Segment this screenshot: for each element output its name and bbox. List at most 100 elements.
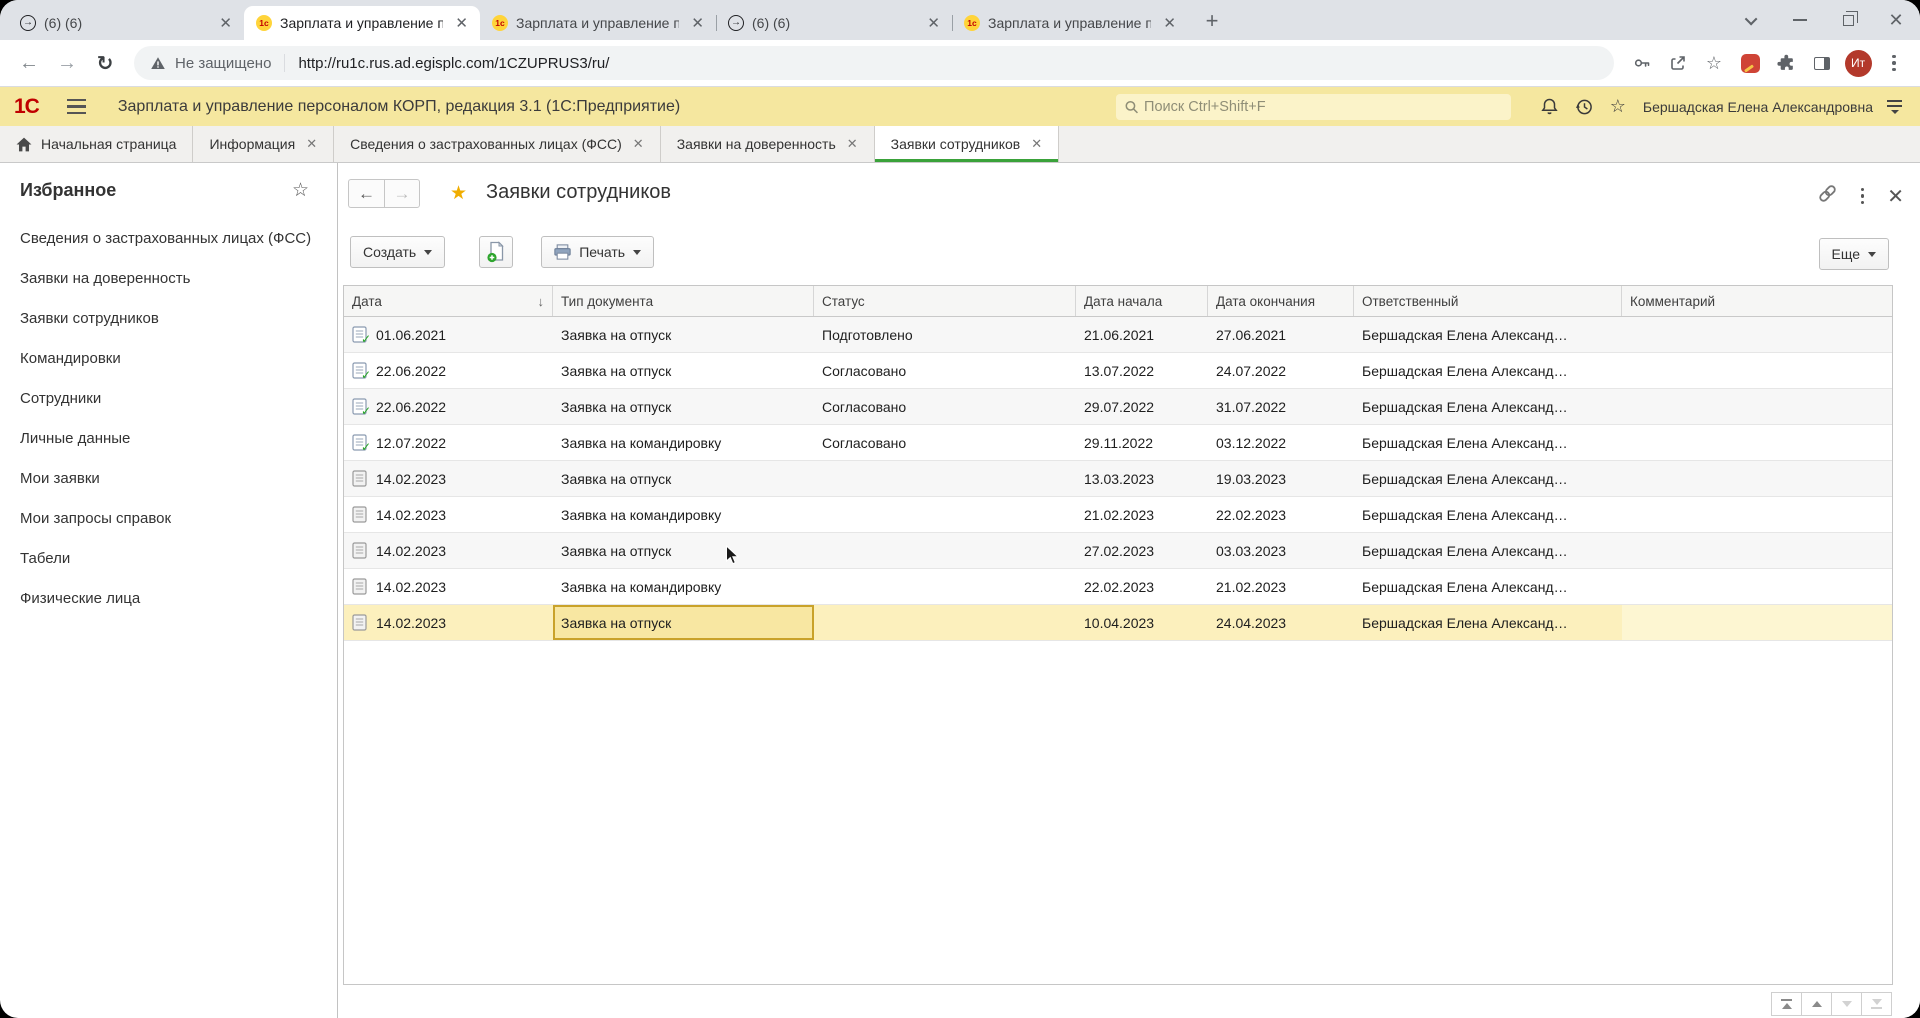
current-user-name[interactable]: Бершадская Елена Александровна bbox=[1643, 99, 1873, 115]
restore-button[interactable] bbox=[1824, 0, 1872, 40]
new-tab-button[interactable]: + bbox=[1198, 7, 1226, 35]
close-window-button[interactable]: ✕ bbox=[1872, 0, 1920, 40]
column-header-doc-type[interactable]: Тип документа bbox=[553, 286, 814, 316]
tab-search-chevron-icon[interactable] bbox=[1728, 0, 1776, 40]
security-label[interactable]: Не защищено bbox=[175, 55, 271, 72]
tab-close-icon[interactable]: ✕ bbox=[923, 14, 944, 32]
app-tab-close-icon[interactable]: ✕ bbox=[306, 136, 317, 152]
favorites-star-icon[interactable]: ☆ bbox=[1601, 92, 1635, 122]
table-row[interactable]: ✓ 22.06.2022 Заявка на отпуск Согласован… bbox=[344, 353, 1892, 389]
table-body: ✓ 01.06.2021 Заявка на отпуск Подготовле… bbox=[344, 317, 1892, 641]
more-dots-icon[interactable] bbox=[1861, 188, 1865, 205]
favorites-list-item[interactable]: Заявки на доверенность bbox=[20, 268, 313, 289]
tab-close-icon[interactable]: ✕ bbox=[687, 14, 708, 32]
create-button[interactable]: Создать bbox=[350, 236, 445, 268]
cell-date-end: 03.03.2023 bbox=[1208, 533, 1354, 568]
1c-logo[interactable]: 1С bbox=[14, 95, 39, 119]
table-row[interactable]: ✓ 12.07.2022 Заявка на командировку Согл… bbox=[344, 425, 1892, 461]
main-menu-icon[interactable] bbox=[67, 99, 86, 115]
table-row[interactable]: 14.02.2023 Заявка на отпуск 13.03.2023 1… bbox=[344, 461, 1892, 497]
favorites-list-item[interactable]: Сотрудники bbox=[20, 388, 313, 409]
puzzle-icon[interactable] bbox=[1770, 47, 1802, 79]
browser-tab[interactable]: 1с Зарплата и управление персона ✕ bbox=[952, 6, 1188, 40]
document-posted-icon: ✓ bbox=[352, 398, 367, 415]
minimize-button[interactable] bbox=[1776, 0, 1824, 40]
column-header-date-start[interactable]: Дата начала bbox=[1076, 286, 1208, 316]
document-draft-icon bbox=[352, 542, 367, 559]
url-text[interactable]: http://ru1c.rus.ad.egisplc.com/1CZUPRUS3… bbox=[298, 55, 609, 72]
reload-icon[interactable]: ↻ bbox=[88, 46, 122, 80]
browser-tab[interactable]: 1с Зарплата и управление персона ✕ bbox=[244, 6, 480, 40]
history-icon[interactable] bbox=[1567, 92, 1601, 122]
scroll-top-icon[interactable] bbox=[1771, 992, 1802, 1016]
column-header-date-end[interactable]: Дата окончания bbox=[1208, 286, 1354, 316]
app-tab[interactable]: Заявки на доверенность ✕ bbox=[661, 126, 875, 162]
table-row[interactable]: 14.02.2023 Заявка на командировку 22.02.… bbox=[344, 569, 1892, 605]
table-row[interactable]: ✓ 01.06.2021 Заявка на отпуск Подготовле… bbox=[344, 317, 1892, 353]
favorites-list-item[interactable]: Физические лица bbox=[20, 588, 313, 609]
printer-icon bbox=[554, 244, 571, 260]
browser-menu-dots-icon[interactable] bbox=[1878, 47, 1910, 79]
favorites-list-item[interactable]: Личные данные bbox=[20, 428, 313, 449]
history-back-button[interactable]: ← bbox=[348, 179, 384, 208]
table-row[interactable]: 14.02.2023 Заявка на командировку 21.02.… bbox=[344, 497, 1892, 533]
favorites-list-item[interactable]: Мои заявки bbox=[20, 468, 313, 489]
more-button[interactable]: Еще bbox=[1819, 238, 1890, 270]
extension-red-icon[interactable] bbox=[1734, 47, 1766, 79]
search-input[interactable] bbox=[1144, 99, 1503, 115]
forward-icon[interactable]: → bbox=[50, 46, 84, 80]
browser-tab[interactable]: → (6) (6) ✕ bbox=[716, 6, 952, 40]
bell-icon[interactable] bbox=[1533, 92, 1567, 122]
bookmark-star-icon[interactable]: ☆ bbox=[1698, 47, 1730, 79]
address-bar[interactable]: Не защищено http://ru1c.rus.ad.egisplc.c… bbox=[134, 46, 1614, 80]
profile-avatar[interactable]: Ит bbox=[1842, 47, 1874, 79]
browser-tab[interactable]: → (6) (6) ✕ bbox=[8, 6, 244, 40]
tab-close-icon[interactable]: ✕ bbox=[1159, 14, 1180, 32]
app-tab[interactable]: Информация ✕ bbox=[193, 126, 334, 162]
key-icon[interactable] bbox=[1626, 47, 1658, 79]
app-tab-close-icon[interactable]: ✕ bbox=[1031, 136, 1042, 152]
column-header-comment[interactable]: Комментарий bbox=[1622, 286, 1892, 316]
tab-close-icon[interactable]: ✕ bbox=[215, 14, 236, 32]
close-view-icon[interactable]: ✕ bbox=[1887, 184, 1904, 209]
column-header-date[interactable]: Дата ↓ bbox=[344, 286, 553, 316]
column-header-status[interactable]: Статус bbox=[814, 286, 1076, 316]
app-tab[interactable]: Заявки сотрудников ✕ bbox=[875, 126, 1059, 162]
favorites-list-item[interactable]: Табели bbox=[20, 548, 313, 569]
scroll-up-icon[interactable] bbox=[1801, 992, 1832, 1016]
share-icon[interactable] bbox=[1662, 47, 1694, 79]
link-icon[interactable] bbox=[1817, 183, 1838, 209]
page-favorite-star-icon[interactable]: ★ bbox=[450, 182, 467, 205]
app-tab-label: Сведения о застрахованных лицах (ФСС) bbox=[350, 136, 622, 152]
global-search[interactable] bbox=[1116, 94, 1511, 120]
app-tab-label: Информация bbox=[209, 136, 295, 152]
scroll-down-icon[interactable] bbox=[1831, 992, 1862, 1016]
workspace: Избранное ☆ Сведения о застрахованных ли… bbox=[0, 163, 1920, 1018]
app-tab[interactable]: Начальная страница bbox=[0, 126, 193, 162]
list-scroll-buttons bbox=[1772, 992, 1892, 1016]
table-row[interactable]: 14.02.2023 Заявка на отпуск 27.02.2023 0… bbox=[344, 533, 1892, 569]
app-tab-close-icon[interactable]: ✕ bbox=[847, 136, 858, 152]
page-title: Заявки сотрудников bbox=[486, 181, 671, 204]
favorites-list-item[interactable]: Командировки bbox=[20, 348, 313, 369]
app-tab[interactable]: Сведения о застрахованных лицах (ФСС) ✕ bbox=[334, 126, 661, 162]
favorites-list-item[interactable]: Сведения о застрахованных лицах (ФСС) bbox=[20, 228, 313, 249]
scroll-bottom-icon[interactable] bbox=[1861, 992, 1892, 1016]
back-icon[interactable]: ← bbox=[12, 46, 46, 80]
window-controls: ✕ bbox=[1728, 0, 1920, 40]
service-menu-icon[interactable] bbox=[1887, 100, 1902, 114]
print-button[interactable]: Печать bbox=[541, 236, 654, 268]
tab-close-icon[interactable]: ✕ bbox=[451, 14, 472, 32]
browser-tab[interactable]: 1с Зарплата и управление персона ✕ bbox=[480, 6, 716, 40]
favorites-list-item[interactable]: Мои запросы справок bbox=[20, 508, 313, 529]
column-header-responsible[interactable]: Ответственный bbox=[1354, 286, 1622, 316]
favorites-pin-star-icon[interactable]: ☆ bbox=[292, 179, 309, 202]
load-file-button[interactable] bbox=[479, 236, 513, 268]
favorites-list-item[interactable]: Заявки сотрудников bbox=[20, 308, 313, 329]
table-row[interactable]: 14.02.2023 Заявка на отпуск 10.04.2023 2… bbox=[344, 605, 1892, 641]
cell-responsible: Бершадская Елена Александ… bbox=[1354, 425, 1622, 460]
side-panel-icon[interactable] bbox=[1806, 47, 1838, 79]
history-forward-button[interactable]: → bbox=[384, 179, 420, 208]
app-tab-close-icon[interactable]: ✕ bbox=[633, 136, 644, 152]
table-row[interactable]: ✓ 22.06.2022 Заявка на отпуск Согласован… bbox=[344, 389, 1892, 425]
